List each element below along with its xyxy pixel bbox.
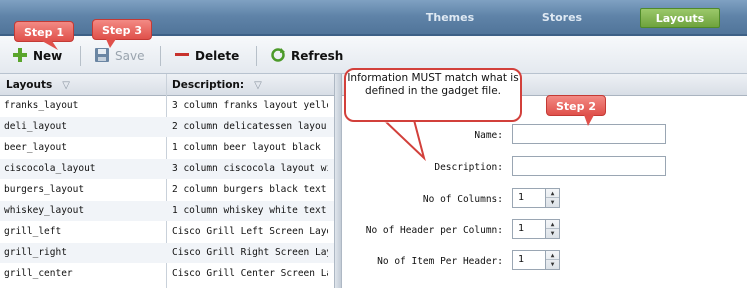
column-header-label: Layouts bbox=[6, 79, 53, 91]
step-2-pointer bbox=[584, 115, 594, 126]
filter-icon[interactable]: ▽ bbox=[254, 80, 262, 91]
description-field[interactable] bbox=[512, 156, 666, 176]
layout-description-cell: 3 column ciscocola layout wi bbox=[172, 163, 328, 174]
layout-description-cell: 3 column franks layout yello bbox=[172, 100, 328, 111]
layout-description-cell: 1 column whiskey white text bbox=[172, 205, 327, 216]
stepper-buttons[interactable]: ▲ ▼ bbox=[545, 189, 559, 207]
layout-name-cell: ciscocola_layout bbox=[4, 163, 96, 174]
tab-layouts[interactable]: Layouts bbox=[640, 8, 720, 28]
header-per-column-value: 1 bbox=[518, 223, 525, 234]
refresh-button[interactable]: Refresh bbox=[270, 47, 343, 65]
table-row[interactable]: beer_layout 1 column beer layout black bbox=[0, 138, 334, 158]
header-per-column-label: No of Header per Column: bbox=[365, 225, 503, 236]
table-row[interactable]: deli_layout 2 column delicatessen layou bbox=[0, 117, 334, 137]
info-callout-pointer bbox=[381, 119, 426, 162]
table-row[interactable]: grill_right Cisco Grill Right Screen Layo bbox=[0, 243, 334, 263]
grid-header: Layouts ▽ Description: ▽ bbox=[0, 74, 334, 96]
step-2-callout: Step 2 bbox=[546, 95, 606, 116]
layout-description-cell: Cisco Grill Left Screen Layou bbox=[172, 226, 328, 237]
stepper-buttons[interactable]: ▲ ▼ bbox=[545, 220, 559, 238]
chevron-down-icon[interactable]: ▼ bbox=[546, 198, 559, 207]
table-row[interactable]: burgers_layout 2 column burgers black tex… bbox=[0, 180, 334, 200]
chevron-up-icon[interactable]: ▲ bbox=[546, 251, 559, 260]
layout-name-cell: grill_left bbox=[4, 226, 62, 237]
layout-name-cell: beer_layout bbox=[4, 142, 67, 153]
table-row[interactable]: whiskey_layout 1 column whiskey white tex… bbox=[0, 201, 334, 221]
refresh-label: Refresh bbox=[291, 49, 344, 63]
chevron-down-icon[interactable]: ▼ bbox=[546, 229, 559, 238]
table-row[interactable]: grill_left Cisco Grill Left Screen Layou bbox=[0, 222, 334, 242]
save-button[interactable]: Save bbox=[94, 47, 144, 65]
plus-icon bbox=[12, 47, 28, 66]
delete-button[interactable]: Delete bbox=[174, 47, 239, 65]
header-per-column-stepper[interactable]: 1 ▲ ▼ bbox=[512, 219, 560, 239]
name-label: Name: bbox=[474, 130, 503, 141]
layout-name-cell: grill_center bbox=[4, 268, 73, 279]
layout-name-cell: franks_layout bbox=[4, 100, 79, 111]
item-per-header-stepper[interactable]: 1 ▲ ▼ bbox=[512, 250, 560, 270]
column-header-description[interactable]: Description: ▽ bbox=[170, 74, 330, 96]
step-3-pointer bbox=[106, 39, 116, 48]
column-header-label: Description: bbox=[172, 79, 245, 91]
columns-value: 1 bbox=[518, 192, 525, 203]
filter-icon[interactable]: ▽ bbox=[62, 80, 70, 91]
table-row[interactable]: franks_layout 3 column franks layout yell… bbox=[0, 96, 334, 116]
floppy-disk-icon bbox=[94, 47, 110, 66]
layout-description-cell: Cisco Grill Center Screen Lay bbox=[172, 268, 328, 279]
tab-stores[interactable]: Stores bbox=[528, 8, 596, 28]
table-row[interactable]: ciscocola_layout 3 column ciscocola layou… bbox=[0, 159, 334, 179]
chevron-up-icon[interactable]: ▲ bbox=[546, 189, 559, 198]
columns-label: No of Columns: bbox=[422, 194, 503, 205]
layout-description-cell: 1 column beer layout black bbox=[172, 142, 321, 153]
name-field[interactable] bbox=[512, 124, 666, 144]
item-per-header-value: 1 bbox=[518, 254, 525, 265]
layout-name-cell: whiskey_layout bbox=[4, 205, 85, 216]
columns-stepper[interactable]: 1 ▲ ▼ bbox=[512, 188, 560, 208]
minus-icon bbox=[174, 47, 190, 66]
toolbar-separator bbox=[256, 46, 257, 66]
step-3-callout: Step 3 bbox=[92, 19, 152, 40]
layout-description-cell: 2 column burgers black text bbox=[172, 184, 327, 195]
layout-description-cell: Cisco Grill Right Screen Layo bbox=[172, 247, 328, 258]
layout-name-cell: grill_right bbox=[4, 247, 67, 258]
item-per-header-label: No of Item Per Header: bbox=[377, 256, 503, 267]
layout-description-cell: 2 column delicatessen layou bbox=[172, 121, 327, 132]
panel-splitter[interactable] bbox=[334, 74, 342, 288]
table-row[interactable]: grill_center Cisco Grill Center Screen La… bbox=[0, 264, 334, 284]
delete-label: Delete bbox=[195, 49, 240, 63]
refresh-icon bbox=[270, 47, 286, 66]
save-label: Save bbox=[115, 49, 145, 63]
chevron-down-icon[interactable]: ▼ bbox=[546, 260, 559, 269]
layout-name-cell: deli_layout bbox=[4, 121, 67, 132]
layout-name-cell: burgers_layout bbox=[4, 184, 85, 195]
info-callout: Information MUST match what is defined i… bbox=[344, 68, 522, 122]
new-label: New bbox=[33, 49, 63, 63]
description-label: Description: bbox=[434, 162, 503, 173]
toolbar-separator bbox=[160, 46, 161, 66]
chevron-up-icon[interactable]: ▲ bbox=[546, 220, 559, 229]
stepper-buttons[interactable]: ▲ ▼ bbox=[545, 251, 559, 269]
layouts-grid: Layouts ▽ Description: ▽ franks_layout 3 co… bbox=[0, 74, 334, 288]
toolbar-separator bbox=[80, 46, 81, 66]
column-header-layouts[interactable]: Layouts ▽ bbox=[4, 74, 164, 96]
step-1-callout: Step 1 bbox=[14, 21, 74, 42]
step-1-pointer bbox=[42, 41, 58, 50]
tab-themes[interactable]: Themes bbox=[414, 8, 486, 28]
